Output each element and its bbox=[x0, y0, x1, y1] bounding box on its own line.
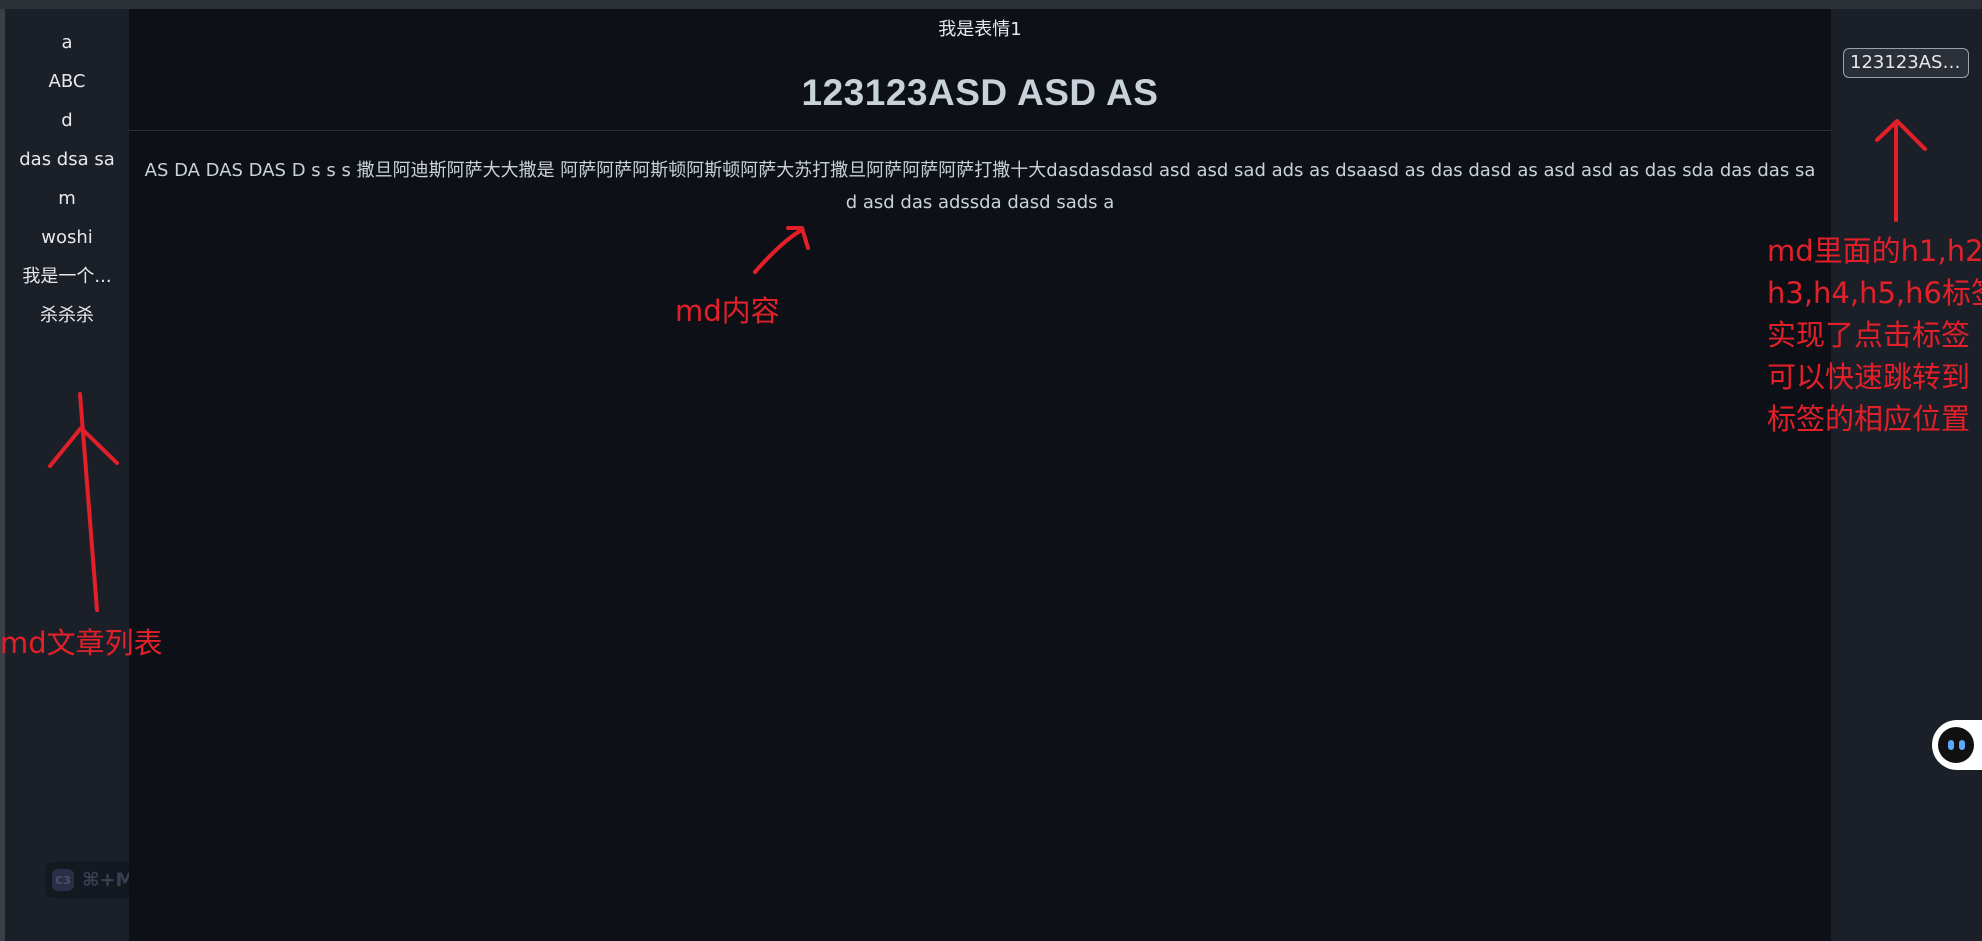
heading-divider bbox=[129, 130, 1831, 131]
annotation-md-content: md内容 bbox=[675, 294, 780, 328]
article-list-item[interactable]: 杀杀杀 bbox=[5, 296, 129, 335]
app-window: a ABC d das dsa sa m woshi 我是一个... 杀杀杀 C… bbox=[0, 0, 1982, 941]
css-icon: C3 bbox=[52, 869, 74, 891]
article-list-item[interactable]: ABC bbox=[5, 62, 129, 101]
article-list-item[interactable]: d bbox=[5, 101, 129, 140]
article-list-sidebar: a ABC d das dsa sa m woshi 我是一个... 杀杀杀 bbox=[5, 9, 129, 941]
assistant-float-button[interactable] bbox=[1932, 720, 1982, 770]
article-list-item[interactable]: a bbox=[5, 23, 129, 62]
annotation-article-list: md文章列表 bbox=[0, 626, 163, 660]
article-list-item[interactable]: 我是一个... bbox=[5, 257, 129, 296]
article-list-item[interactable]: das dsa sa bbox=[5, 140, 129, 179]
toc-sidebar: 123123ASD ASD AS bbox=[1831, 9, 1982, 941]
article-list: a ABC d das dsa sa m woshi 我是一个... 杀杀杀 bbox=[5, 9, 129, 335]
markdown-heading: 123123ASD ASD AS bbox=[801, 72, 1159, 113]
annotation-toc: md里面的h1,h2 h3,h4,h5,h6标签 实现了点击标签 可以快速跳转到… bbox=[1767, 234, 1982, 436]
article-list-item[interactable]: m bbox=[5, 179, 129, 218]
markdown-content: 我是表情1 123123ASD ASD AS AS DA DAS DAS D s… bbox=[129, 9, 1831, 941]
note-title: 我是表情1 bbox=[938, 19, 1022, 40]
article-list-item[interactable]: woshi bbox=[5, 218, 129, 257]
toc-item[interactable]: 123123ASD ASD AS bbox=[1843, 48, 1969, 78]
markdown-paragraph: AS DA DAS DAS D s s s 撒旦阿迪斯阿萨大大撒是 阿萨阿萨阿斯… bbox=[144, 160, 1816, 213]
shortcut-label: ⌘+M bbox=[82, 869, 135, 891]
robot-face-icon bbox=[1938, 727, 1974, 763]
